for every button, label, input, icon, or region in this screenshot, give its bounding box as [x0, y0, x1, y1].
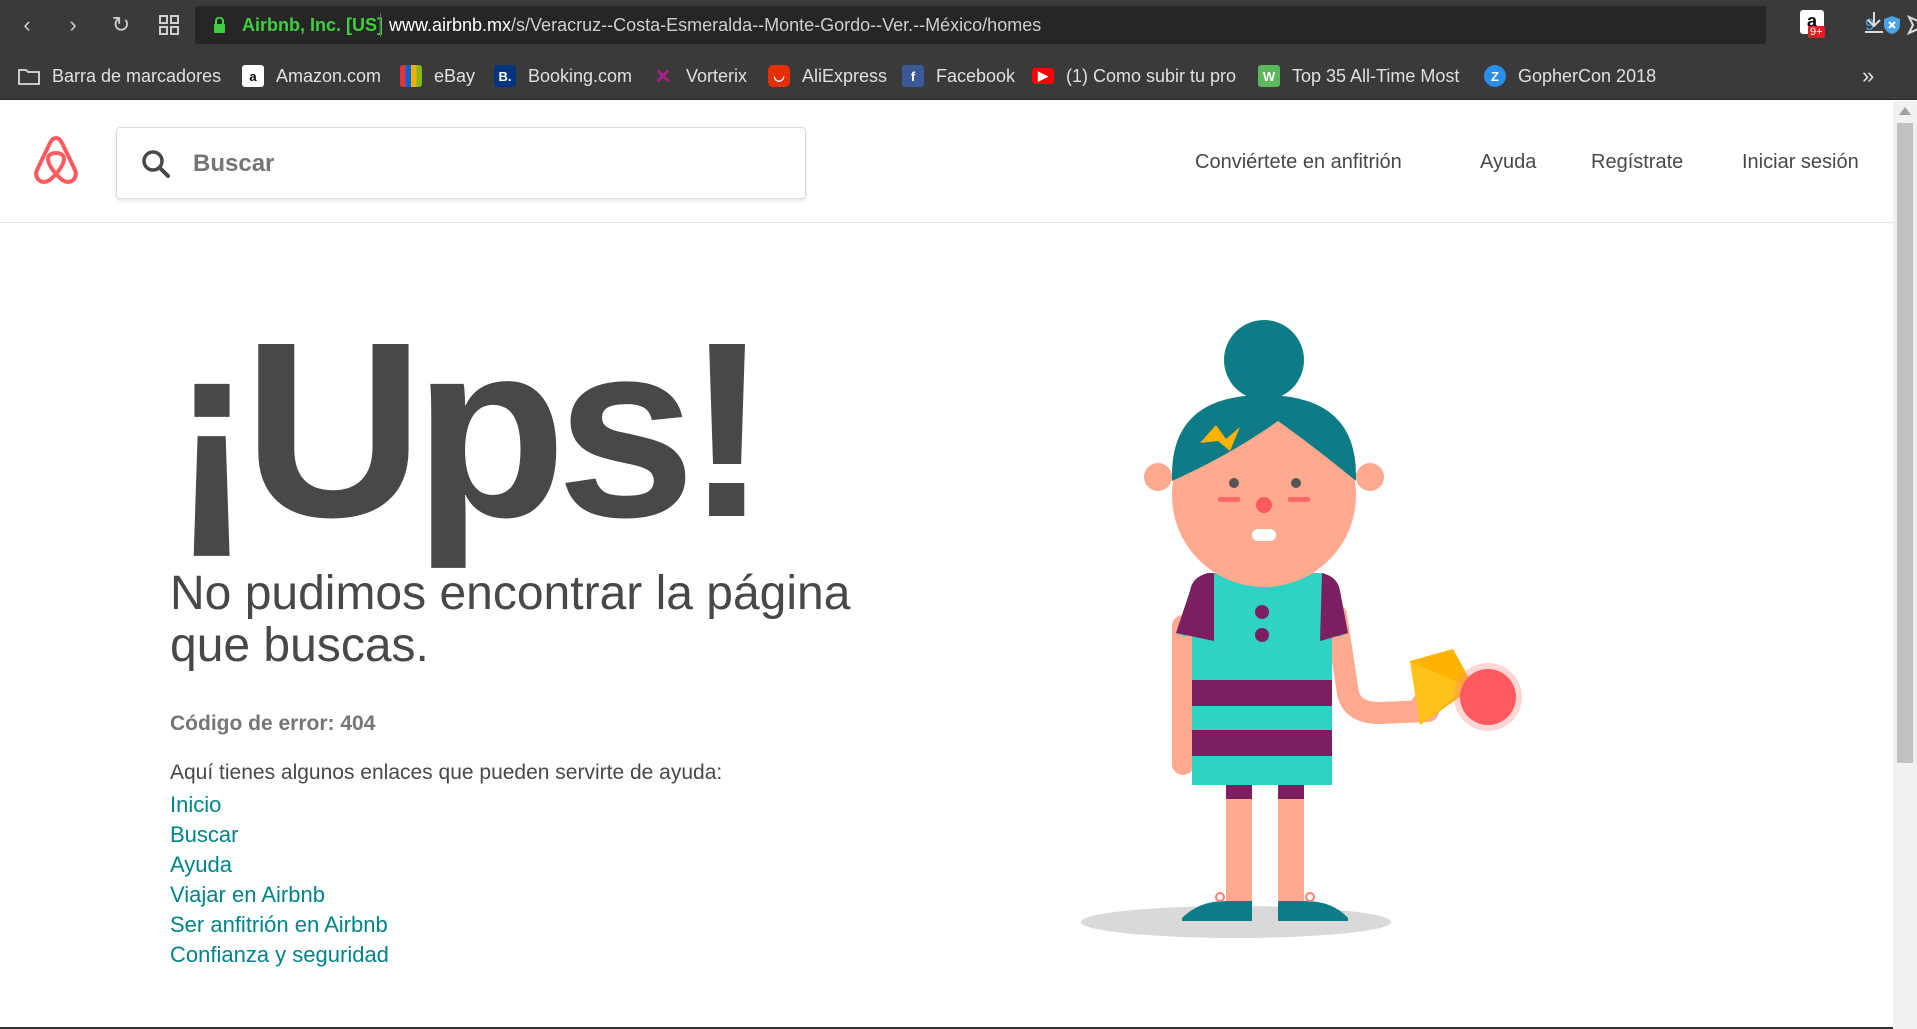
url-domain: www.airbnb.mx: [389, 15, 512, 35]
bookmark-top35[interactable]: W Top 35 All-Time Most: [1258, 64, 1464, 88]
error-subtitle: No pudimos encontrar la página que busca…: [170, 567, 851, 672]
url-path: /s/Veracruz--Costa-Esmeralda--Monte-Gord…: [511, 15, 1042, 35]
search-input[interactable]: Buscar: [193, 150, 274, 178]
aliexpress-icon: ◡: [768, 65, 790, 87]
scroll-thumb[interactable]: [1897, 123, 1913, 763]
send-icon[interactable]: [1906, 14, 1917, 41]
vorterix-icon: ✕: [654, 65, 672, 88]
hair-bun: [1224, 320, 1304, 400]
login-link[interactable]: Iniciar sesión: [1742, 151, 1859, 174]
bookmark-label: Amazon.com: [276, 65, 382, 86]
url-text[interactable]: www.airbnb.mx/s/Veracruz--Costa-Esmerald…: [389, 15, 1041, 36]
bookmark-amazon[interactable]: a Amazon.com: [242, 64, 381, 88]
bookmark-label: Top 35 All-Time Most: [1292, 65, 1460, 86]
lock-icon: [214, 17, 225, 33]
bookmarks-folder-label: Barra de marcadores: [52, 65, 222, 86]
help-link[interactable]: Ayuda: [1480, 151, 1536, 174]
bookmark-gophercon[interactable]: Z GopherCon 2018: [1484, 64, 1656, 88]
link-help[interactable]: Ayuda: [170, 850, 389, 880]
w-icon: W: [1258, 65, 1280, 87]
bookmark-booking[interactable]: B. Booking.com: [494, 64, 632, 88]
browser-toolbar: ‹ › ↻ Airbnb, Inc. [US] www.airbnb.mx/s/…: [0, 0, 1917, 50]
link-home[interactable]: Inicio: [170, 790, 389, 820]
amazon-extension-icon[interactable]: a 9+: [1800, 10, 1826, 40]
amazon-icon: a: [242, 65, 264, 87]
help-intro: Aquí tienes algunos enlaces que pueden s…: [170, 761, 723, 784]
error-headline: ¡Ups!: [170, 290, 769, 569]
bookmark-label: eBay: [434, 65, 476, 86]
bookmark-label: Vorterix: [686, 65, 748, 86]
bookmark-label: AliExpress: [802, 65, 888, 86]
scroll-up-icon[interactable]: [1899, 107, 1911, 115]
bookmarks-overflow[interactable]: »: [1862, 63, 1874, 88]
bookmarks-folder[interactable]: Barra de marcadores: [18, 64, 221, 88]
link-search[interactable]: Buscar: [170, 820, 389, 850]
bookmark-label: GopherCon 2018: [1518, 65, 1657, 86]
download-icon[interactable]: [1862, 10, 1886, 41]
gophercon-icon: Z: [1484, 65, 1506, 87]
link-trust-safety[interactable]: Confianza y seguridad: [170, 940, 389, 970]
link-travel[interactable]: Viajar en Airbnb: [170, 880, 389, 910]
reload-icon[interactable]: ↻: [106, 10, 136, 40]
bookmark-label: Facebook: [936, 65, 1016, 86]
amazon-badge: 9+: [1808, 26, 1825, 38]
bookmark-label: (1) Como subir tu pro: [1066, 65, 1237, 86]
site-header: Buscar Conviértete en anfitrión Ayuda Re…: [0, 101, 1893, 223]
search-box[interactable]: Buscar: [116, 127, 806, 199]
forward-icon[interactable]: ›: [58, 10, 88, 40]
become-host-link[interactable]: Conviértete en anfitrión: [1195, 151, 1402, 174]
folder-icon: [18, 69, 40, 85]
bookmark-aliexpress[interactable]: ◡ AliExpress: [768, 64, 887, 88]
link-host[interactable]: Ser anfitrión en Airbnb: [170, 910, 389, 940]
bookmark-label: Booking.com: [528, 65, 633, 86]
help-links: Inicio Buscar Ayuda Viajar en Airbnb Ser…: [170, 790, 389, 970]
right-shoe: [1278, 900, 1348, 921]
tabs-grid-icon[interactable]: [154, 10, 184, 40]
bookmark-facebook[interactable]: f Facebook: [902, 64, 1015, 88]
ebay-icon: [400, 65, 422, 87]
url-divider: [380, 13, 381, 37]
error-code: Código de error: 404: [170, 712, 376, 735]
site-identity[interactable]: Airbnb, Inc. [US]: [242, 15, 383, 36]
bookmark-vorterix[interactable]: ✕ Vorterix: [652, 64, 747, 88]
signup-link[interactable]: Regístrate: [1591, 151, 1683, 174]
address-bar[interactable]: Airbnb, Inc. [US] www.airbnb.mx/s/Veracr…: [195, 6, 1917, 44]
youtube-icon: ▶: [1032, 68, 1054, 84]
back-icon[interactable]: ‹: [12, 10, 42, 40]
left-shoe: [1182, 900, 1252, 921]
page-scrollbar[interactable]: [1893, 101, 1917, 1029]
bookmark-youtube[interactable]: ▶ (1) Como subir tu pro: [1032, 64, 1238, 88]
airbnb-logo-icon[interactable]: [32, 134, 80, 186]
booking-icon: B.: [494, 65, 516, 87]
bookmarks-bar: Barra de marcadores a Amazon.com eBay B.…: [0, 50, 1917, 100]
ice-cream-scoop: [1460, 669, 1516, 725]
bookmark-ebay[interactable]: eBay: [400, 64, 475, 88]
facebook-icon: f: [902, 65, 924, 87]
search-icon: [142, 150, 170, 178]
girl-illustration: [1081, 320, 1522, 938]
